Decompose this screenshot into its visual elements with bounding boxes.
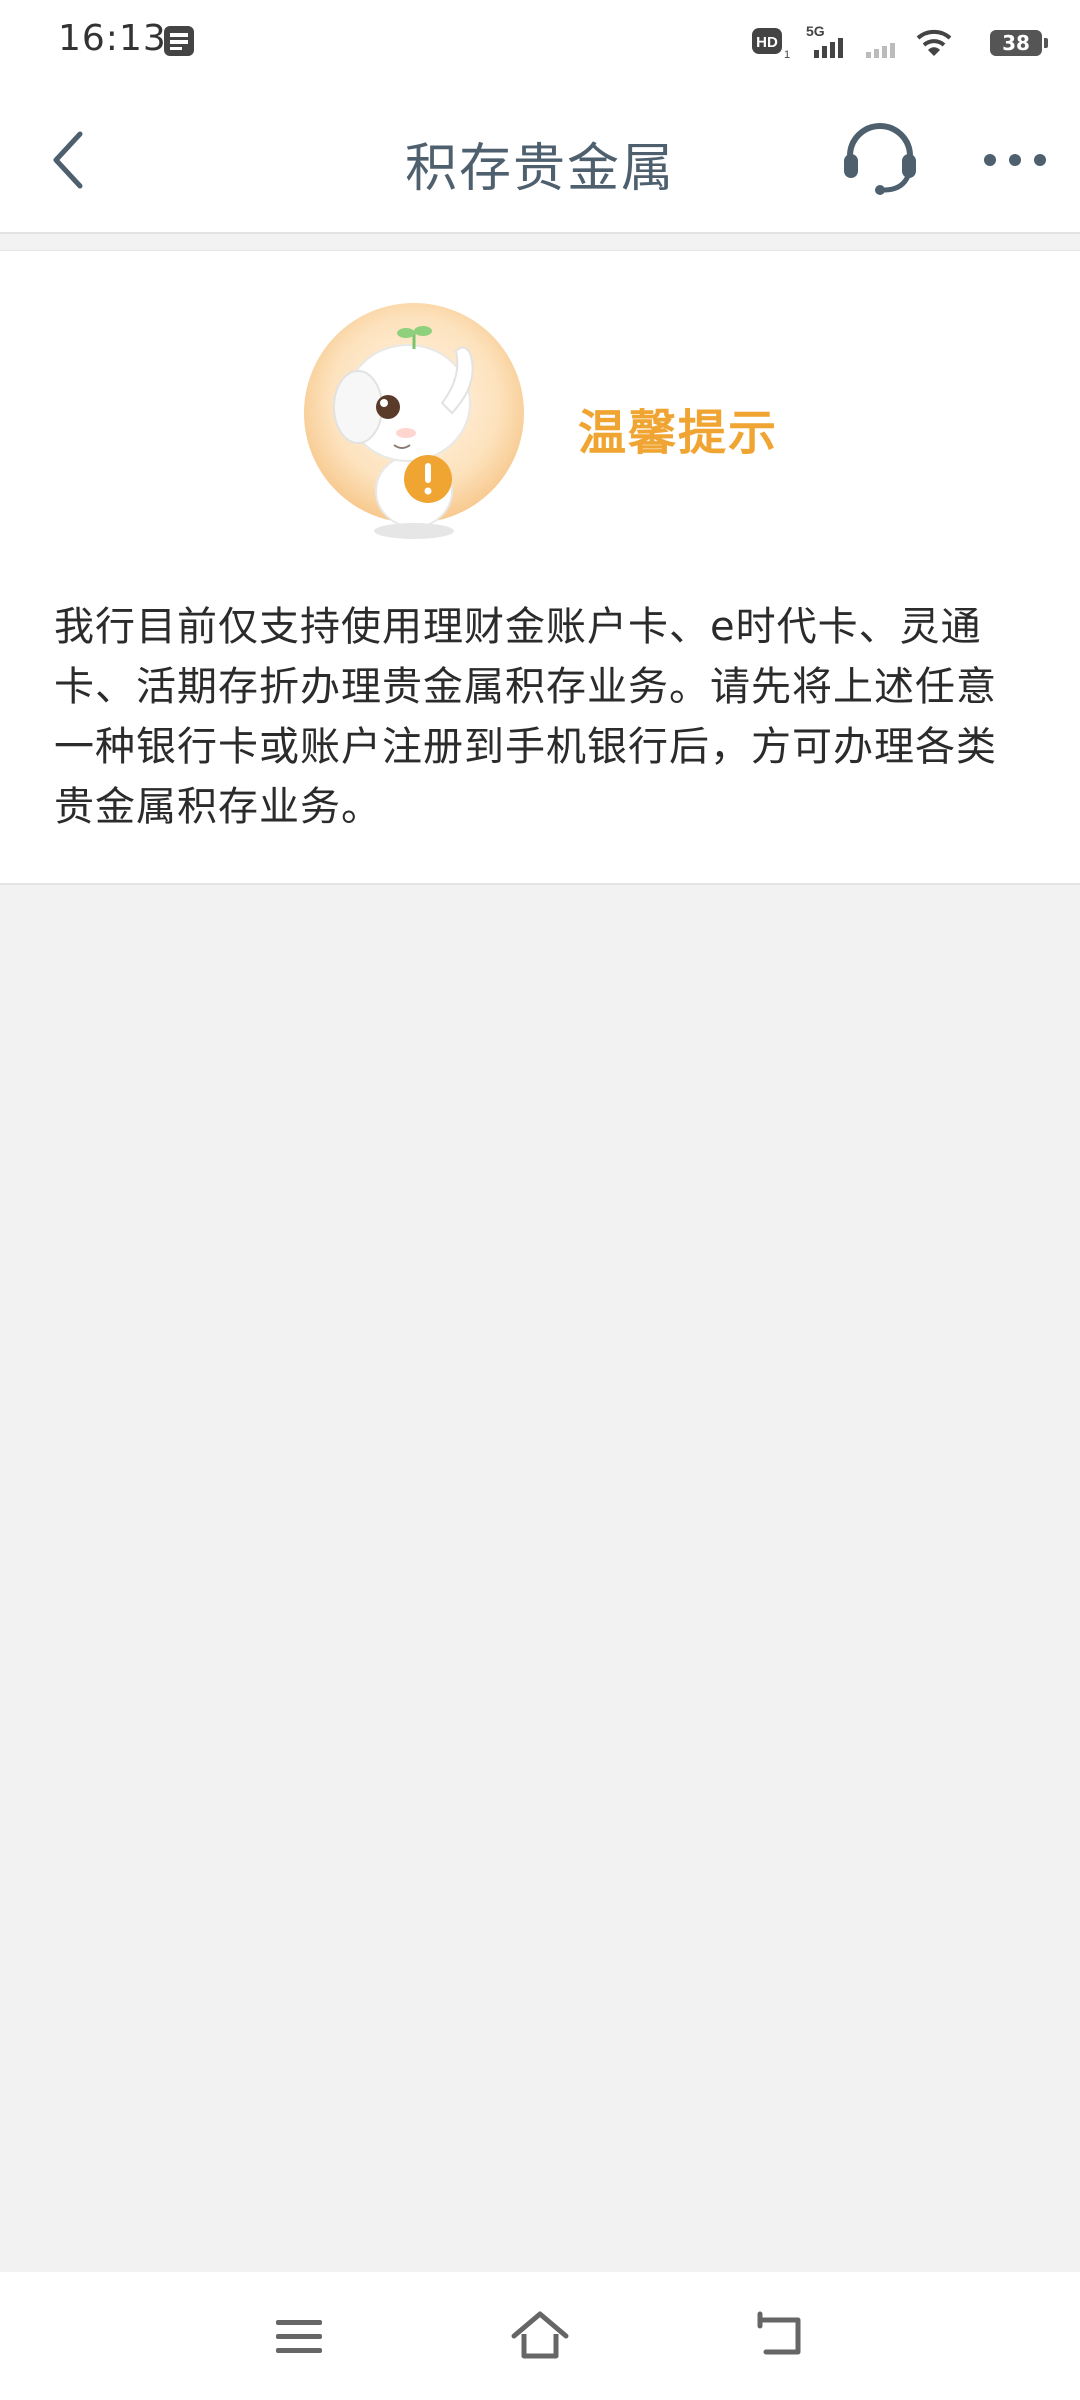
svg-text:1: 1 <box>784 49 790 60</box>
svg-text:HD: HD <box>756 34 778 51</box>
wifi-icon <box>914 26 954 64</box>
hd-icon: HD 1 <box>752 26 792 64</box>
notice-text: 我行目前仅支持使用理财金账户卡、e时代卡、灵通卡、活期存折办理贵金属积存业务。请… <box>54 604 997 830</box>
title-bar: 积存贵金属 <box>0 82 1080 234</box>
headset-icon <box>844 123 916 195</box>
more-button[interactable] <box>980 140 1050 180</box>
notice-title: 温馨提示 <box>578 405 779 461</box>
menu-button[interactable] <box>270 2306 330 2366</box>
status-icons: HD 1 5G 38 <box>752 20 1048 66</box>
status-time: 16:13 <box>58 18 167 59</box>
more-dots-icon <box>984 154 1046 166</box>
home-button[interactable] <box>510 2306 570 2366</box>
system-nav-bar <box>0 2272 1080 2400</box>
elephant-mascot-icon <box>302 303 538 543</box>
message-icon <box>162 24 196 62</box>
back-arrow-icon <box>757 2311 801 2355</box>
status-bar: 16:13 HD 1 5G 38 <box>0 0 1080 82</box>
battery-icon: 38 <box>990 30 1048 56</box>
5g-signal-icon: 5G <box>804 22 852 66</box>
signal-icon <box>864 22 904 66</box>
notice-card: 温馨提示 我行目前仅支持使用理财金账户卡、e时代卡、灵通卡、活期存折办理贵金属积… <box>0 250 1080 885</box>
page-title: 积存贵金属 <box>404 139 675 199</box>
home-icon <box>511 2311 569 2359</box>
menu-icon <box>276 2320 322 2353</box>
svg-text:5G: 5G <box>806 23 825 39</box>
customer-service-button[interactable] <box>842 118 918 198</box>
back-nav-button[interactable] <box>752 2306 812 2366</box>
